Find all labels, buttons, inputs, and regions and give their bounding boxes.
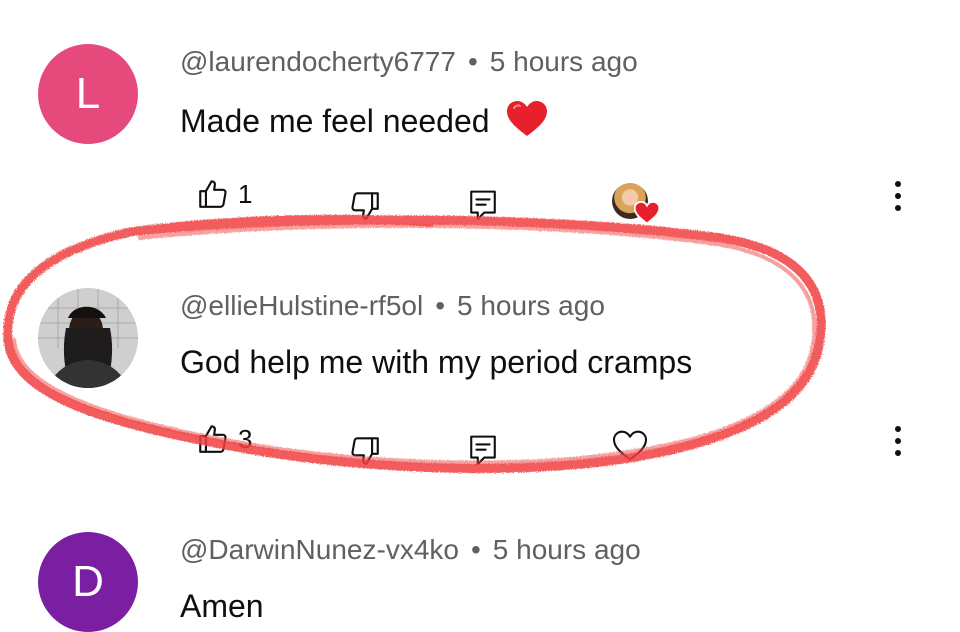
dislike-button[interactable] bbox=[348, 189, 382, 223]
thumbs-down-icon bbox=[351, 437, 379, 465]
thumbs-down-icon bbox=[351, 192, 379, 220]
comment-meta: @DarwinNunez-vx4ko • 5 hours ago bbox=[180, 534, 641, 566]
heart-emoji bbox=[506, 100, 548, 146]
comment-text: Made me feel needed bbox=[180, 100, 548, 146]
thumbs-up-icon bbox=[199, 425, 227, 453]
reply-button[interactable] bbox=[468, 189, 498, 223]
meta-separator: • bbox=[435, 290, 445, 321]
creator-heart-button[interactable] bbox=[612, 430, 648, 462]
more-vert-icon bbox=[895, 181, 901, 211]
reply-icon bbox=[470, 435, 496, 466]
like-count: 1 bbox=[238, 178, 253, 209]
comment-meta: @ellieHulstine-rf5ol • 5 hours ago bbox=[180, 290, 605, 322]
author-name[interactable]: @ellieHulstine-rf5ol bbox=[180, 290, 423, 321]
timestamp[interactable]: 5 hours ago bbox=[490, 46, 638, 77]
reply-button[interactable] bbox=[468, 434, 498, 468]
comment-body: Made me feel needed bbox=[180, 103, 490, 139]
comment-actions: 1 bbox=[0, 175, 960, 225]
avatar-photo bbox=[38, 288, 138, 388]
meta-separator: • bbox=[467, 46, 478, 77]
avatar-letter: D bbox=[72, 557, 104, 606]
thumbs-up-icon bbox=[199, 180, 227, 208]
author-name[interactable]: @DarwinNunez-vx4ko bbox=[180, 534, 459, 565]
creator-heart-badge bbox=[612, 183, 662, 229]
comment-actions: 3 bbox=[0, 420, 960, 470]
like-button[interactable]: 1 bbox=[196, 177, 252, 211]
avatar[interactable]: D bbox=[38, 532, 138, 632]
more-vert-icon bbox=[895, 426, 901, 456]
like-count: 3 bbox=[238, 423, 253, 454]
timestamp[interactable]: 5 hours ago bbox=[457, 290, 605, 321]
dislike-button[interactable] bbox=[348, 434, 382, 468]
reply-icon bbox=[470, 190, 496, 221]
meta-separator: • bbox=[470, 534, 481, 565]
avatar[interactable]: L bbox=[38, 44, 138, 144]
comment-meta: @laurendocherty6777 • 5 hours ago bbox=[180, 46, 638, 78]
heart-icon bbox=[634, 201, 660, 225]
heart-outline-icon bbox=[612, 430, 648, 461]
comment-text: Amen bbox=[180, 588, 264, 625]
author-name[interactable]: @laurendocherty6777 bbox=[180, 46, 456, 77]
comment-body: God help me with my period cramps bbox=[180, 344, 693, 380]
avatar-letter: L bbox=[75, 69, 101, 118]
avatar[interactable] bbox=[38, 288, 138, 388]
comment-text: God help me with my period cramps bbox=[180, 344, 692, 381]
like-button[interactable]: 3 bbox=[196, 422, 252, 456]
more-options-button[interactable] bbox=[886, 179, 910, 218]
timestamp[interactable]: 5 hours ago bbox=[493, 534, 641, 565]
more-options-button[interactable] bbox=[886, 424, 910, 463]
